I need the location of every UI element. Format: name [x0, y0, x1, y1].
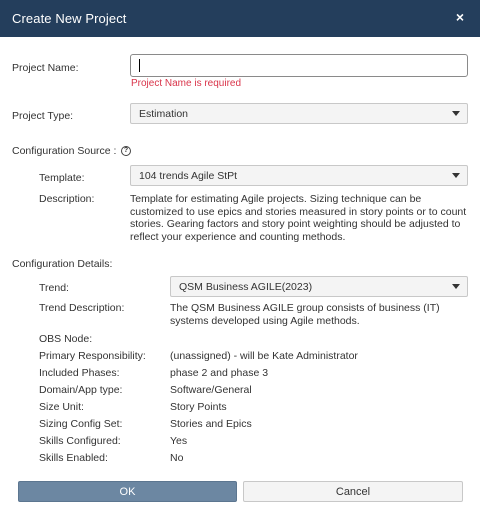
trend-label: Trend:: [39, 282, 69, 294]
size-unit-value: Story Points: [170, 401, 227, 413]
domain-app-type-label: Domain/App type:: [39, 384, 123, 396]
cancel-button[interactable]: Cancel: [243, 481, 463, 502]
trend-description: The QSM Business AGILE group consists of…: [170, 302, 440, 327]
help-icon[interactable]: ?: [121, 146, 131, 156]
close-icon[interactable]: ×: [453, 9, 467, 25]
ok-button[interactable]: OK: [18, 481, 237, 502]
skills-configured-value: Yes: [170, 435, 188, 447]
project-type-select[interactable]: Estimation: [130, 103, 468, 124]
primary-responsibility-label: Primary Responsibility:: [39, 350, 146, 362]
template-description: Template for estimating Agile projects. …: [130, 193, 467, 243]
skills-configured-label: Skills Configured:: [39, 435, 121, 447]
dialog-titlebar: Create New Project ×: [0, 0, 480, 37]
dialog-title: Create New Project: [12, 11, 127, 26]
chevron-down-icon: [452, 111, 460, 116]
chevron-down-icon: [452, 173, 460, 178]
template-label: Template:: [39, 172, 85, 184]
project-name-label: Project Name:: [12, 62, 79, 74]
project-name-input[interactable]: [130, 54, 468, 77]
domain-app-type-value: Software/General: [170, 384, 252, 396]
trend-selected: QSM Business AGILE(2023): [179, 281, 313, 293]
trend-select[interactable]: QSM Business AGILE(2023): [170, 276, 468, 297]
configuration-source-label: Configuration Source :: [12, 145, 117, 157]
size-unit-label: Size Unit:: [39, 401, 84, 413]
project-type-selected: Estimation: [139, 108, 189, 120]
project-type-label: Project Type:: [12, 110, 74, 122]
text-caret: [139, 59, 140, 72]
included-phases-label: Included Phases:: [39, 367, 120, 379]
skills-enabled-value: No: [170, 452, 184, 464]
chevron-down-icon: [452, 284, 460, 289]
template-select[interactable]: 104 trends Agile StPt: [130, 165, 468, 186]
sizing-config-set-value: Stories and Epics: [170, 418, 252, 430]
description-label: Description:: [39, 193, 95, 205]
configuration-details-label: Configuration Details:: [12, 258, 113, 270]
skills-enabled-label: Skills Enabled:: [39, 452, 108, 464]
primary-responsibility-value: (unassigned) - will be Kate Administrato…: [170, 350, 358, 362]
obs-node-label: OBS Node:: [39, 333, 93, 345]
included-phases-value: phase 2 and phase 3: [170, 367, 269, 379]
trend-description-label: Trend Description:: [39, 302, 125, 314]
project-name-error: Project Name is required: [131, 78, 242, 89]
sizing-config-set-label: Sizing Config Set:: [39, 418, 123, 430]
template-selected: 104 trends Agile StPt: [139, 170, 238, 182]
